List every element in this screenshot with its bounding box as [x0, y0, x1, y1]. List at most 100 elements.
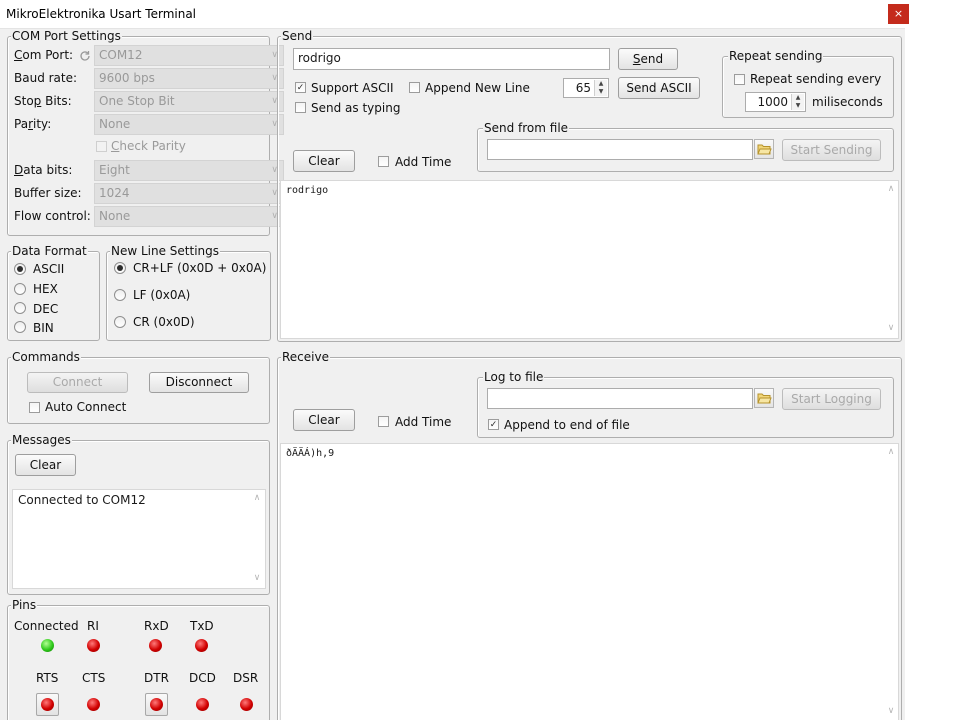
parity-select[interactable]: None ∨ [94, 114, 284, 135]
start-logging-button[interactable]: Start Logging [782, 388, 881, 410]
send-input[interactable]: rodrigo [293, 48, 610, 70]
receive-title: Receive [281, 350, 330, 364]
check-parity-label: Check Parity [111, 139, 186, 153]
commands-title: Commands [11, 350, 81, 364]
messages-title: Messages [11, 433, 72, 447]
flow-control-select[interactable]: None ∨ [94, 206, 284, 227]
support-ascii-checkbox[interactable]: ✓ [295, 82, 306, 93]
pin-txd-led-icon [195, 639, 208, 652]
pin-dtr-button[interactable] [145, 693, 168, 716]
repeat-sending-label: Repeat sending every [750, 72, 882, 86]
baud-rate-select[interactable]: 9600 bps ∨ [94, 68, 284, 89]
receive-add-time-checkbox[interactable] [378, 416, 389, 427]
append-new-line-checkbox[interactable] [409, 82, 420, 93]
pin-dsr-led-icon [240, 698, 253, 711]
send-textarea[interactable]: rodrigo [280, 180, 899, 339]
newline-lf-label: LF (0x0A) [133, 288, 191, 302]
baud-rate-label: Baud rate: [14, 71, 78, 85]
stop-bits-select[interactable]: One Stop Bit ∨ [94, 91, 284, 112]
connect-button[interactable]: Connect [27, 372, 128, 393]
send-as-typing-checkbox[interactable] [295, 102, 306, 113]
refresh-icon[interactable] [79, 50, 91, 62]
data-format-dec-radio[interactable] [14, 302, 26, 314]
folder-icon [757, 144, 772, 155]
stepper-arrows-icon[interactable]: ▲ ▼ [594, 80, 607, 96]
data-format-bin-radio[interactable] [14, 321, 26, 333]
append-to-file-checkbox[interactable]: ✓ [488, 419, 499, 430]
pin-dcd-label: DCD [189, 671, 216, 685]
stepper-arrows-icon[interactable]: ▲ ▼ [791, 94, 804, 110]
parity-label: Parity: [14, 117, 52, 131]
pin-rts-led-icon [41, 698, 54, 711]
append-new-line-label: Append New Line [425, 81, 530, 95]
send-button[interactable]: Send [618, 48, 678, 70]
close-icon: × [893, 7, 904, 20]
pin-rts-button[interactable] [36, 693, 59, 716]
send-file-path-input[interactable] [487, 139, 753, 160]
newline-crlf-label: CR+LF (0x0D + 0x0A) [133, 261, 267, 275]
messages-textarea[interactable]: Connected to COM12 [12, 489, 266, 589]
messages-clear-button[interactable]: Clear [15, 454, 76, 476]
send-from-file-title: Send from file [483, 121, 570, 135]
receive-scroll-down-icon[interactable]: ∨ [884, 706, 898, 716]
log-to-file-title: Log to file [483, 370, 545, 384]
send-ascii-button[interactable]: Send ASCII [618, 77, 700, 99]
data-format-ascii-radio[interactable] [14, 263, 26, 275]
newline-cr-radio[interactable] [114, 316, 126, 328]
newline-lf-radio[interactable] [114, 289, 126, 301]
repeat-unit-label: miliseconds [812, 95, 883, 109]
folder-icon [757, 393, 772, 404]
data-bits-select[interactable]: Eight ∨ [94, 160, 284, 181]
messages-scroll-up-icon[interactable]: ∧ [250, 493, 264, 503]
send-file-browse-button[interactable] [754, 139, 774, 159]
newline-cr-label: CR (0x0D) [133, 315, 195, 329]
append-to-file-label: Append to end of file [504, 418, 630, 432]
send-add-time-checkbox[interactable] [378, 156, 389, 167]
buffer-size-select[interactable]: 1024 ∨ [94, 183, 284, 204]
stop-bits-label: Stop Bits: [14, 94, 72, 108]
receive-textarea[interactable]: ðÄÄÁ)h,9 [280, 443, 899, 720]
data-format-hex-radio[interactable] [14, 283, 26, 295]
data-format-title: Data Format [11, 244, 88, 258]
repeat-sending-checkbox[interactable] [734, 74, 745, 85]
pin-txd-label: TxD [190, 619, 214, 633]
pins-title: Pins [11, 598, 38, 612]
pin-connected-label: Connected [14, 619, 79, 633]
com-port-select[interactable]: COM12 ∨ [94, 45, 284, 66]
pin-dtr-label: DTR [144, 671, 169, 685]
buffer-size-label: Buffer size: [14, 186, 82, 200]
data-bits-label: Data bits: [14, 163, 73, 177]
send-text: rodrigo [286, 185, 329, 196]
pin-rxd-led-icon [149, 639, 162, 652]
receive-clear-button[interactable]: Clear [293, 409, 355, 431]
pin-connected-led-icon [41, 639, 54, 652]
disconnect-button[interactable]: Disconnect [149, 372, 249, 393]
new-line-settings-title: New Line Settings [110, 244, 221, 258]
repeat-sending-title: Repeat sending [728, 49, 824, 63]
pin-ri-label: RI [87, 619, 99, 633]
ascii-code-stepper[interactable]: 65 ▲ ▼ [563, 78, 609, 98]
newline-crlf-radio[interactable] [114, 262, 126, 274]
com-port-label: Com Port: [14, 48, 74, 62]
receive-text: ðÄÄÁ)h,9 [286, 448, 335, 459]
messages-text: Connected to COM12 [18, 493, 146, 507]
send-scroll-down-icon[interactable]: ∨ [884, 323, 898, 333]
receive-add-time-label: Add Time [395, 415, 452, 429]
start-sending-button[interactable]: Start Sending [782, 139, 881, 161]
send-scroll-up-icon[interactable]: ∧ [884, 184, 898, 194]
messages-scroll-down-icon[interactable]: ∨ [250, 573, 264, 583]
log-file-browse-button[interactable] [754, 388, 774, 408]
receive-scroll-up-icon[interactable]: ∧ [884, 447, 898, 457]
send-title: Send [281, 29, 314, 43]
pin-dtr-led-icon [150, 698, 163, 711]
send-as-typing-label: Send as typing [311, 101, 401, 115]
check-parity-checkbox[interactable] [96, 141, 107, 152]
window-title: MikroElektronika Usart Terminal [6, 7, 197, 21]
close-button[interactable]: × [888, 4, 909, 24]
pin-dsr-label: DSR [233, 671, 259, 685]
send-clear-button[interactable]: Clear [293, 150, 355, 172]
log-file-path-input[interactable] [487, 388, 753, 409]
support-ascii-label: Support ASCII [311, 81, 394, 95]
auto-connect-checkbox[interactable] [29, 402, 40, 413]
repeat-interval-stepper[interactable]: 1000 ▲ ▼ [745, 92, 806, 112]
